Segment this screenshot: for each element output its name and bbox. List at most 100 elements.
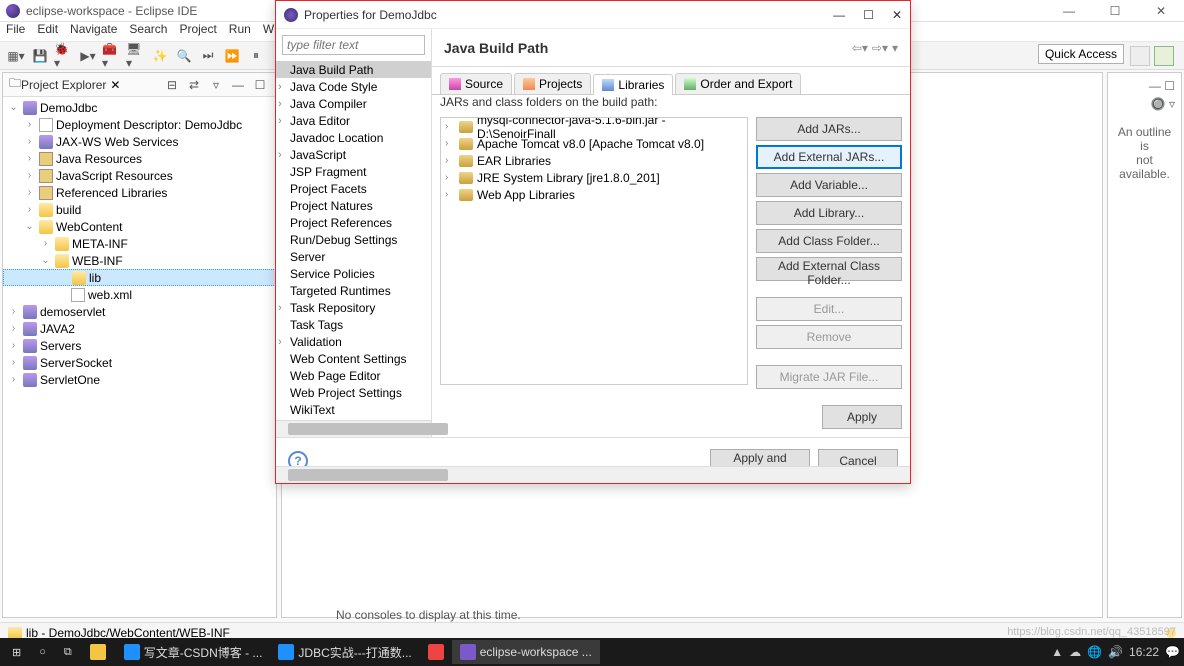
start-button[interactable]: ⊞ (4, 640, 29, 664)
property-categories-tree[interactable]: Java Build PathJava Code StyleJava Compi… (276, 61, 431, 420)
jars-list[interactable]: ›mysql-connector-java-5.1.6-bin.jar - D:… (440, 117, 748, 385)
close-button[interactable]: ✕ (1138, 0, 1184, 22)
property-category-item[interactable]: JSP Fragment (276, 163, 431, 180)
add-class-folder-button[interactable]: Add Class Folder... (756, 229, 902, 253)
tree-item[interactable]: ›JavaScript Resources (3, 167, 276, 184)
tab-source[interactable]: Source (440, 73, 512, 94)
quick-access-input[interactable]: Quick Access (1038, 44, 1124, 64)
jar-entry[interactable]: ›EAR Libraries (441, 152, 747, 169)
tree-item[interactable]: lib (3, 269, 276, 286)
new-server-icon[interactable]: 🖥▾ (126, 46, 146, 66)
taskbar-app[interactable]: JDBC实战---打通数... (270, 640, 419, 664)
property-category-item[interactable]: Run/Debug Settings (276, 231, 431, 248)
property-category-item[interactable]: Java Compiler (276, 95, 431, 112)
dialog-close-button[interactable]: ✕ (892, 8, 902, 22)
ext-tools-icon[interactable]: 🧰▾ (102, 46, 122, 66)
property-category-item[interactable]: Project Natures (276, 197, 431, 214)
forward-icon[interactable]: ⇨▾ (872, 41, 888, 55)
view-menu-icon[interactable]: ▿ (206, 75, 226, 95)
tree-item[interactable]: ⌄WEB-INF (3, 252, 276, 269)
back-icon[interactable]: ⇦▾ (852, 41, 868, 55)
tree-item[interactable]: ›demoservlet (3, 303, 276, 320)
property-category-item[interactable]: Targeted Runtimes (276, 282, 431, 299)
system-tray[interactable]: ▲☁🌐🔊 16:22 💬 (1051, 645, 1180, 659)
menu-project[interactable]: Project (179, 22, 216, 41)
categories-scrollbar[interactable] (276, 420, 431, 437)
tree-item[interactable]: ›META-INF (3, 235, 276, 252)
tree-item[interactable]: ›Deployment Descriptor: DemoJdbc (3, 116, 276, 133)
tree-item[interactable]: ›Java Resources (3, 150, 276, 167)
open-perspective-button[interactable] (1130, 46, 1150, 66)
add-external-jars-button[interactable]: Add External JARs... (756, 145, 902, 169)
tree-item[interactable]: ›ServerSocket (3, 354, 276, 371)
jar-entry[interactable]: ›JRE System Library [jre1.8.0_201] (441, 169, 747, 186)
property-category-item[interactable]: Javadoc Location (276, 129, 431, 146)
debug-icon[interactable]: 🐞▾ (54, 46, 74, 66)
add-library-button[interactable]: Add Library... (756, 201, 902, 225)
menu-file[interactable]: File (6, 22, 25, 41)
add-jars-button[interactable]: Add JARs... (756, 117, 902, 141)
jar-entry[interactable]: ›Web App Libraries (441, 186, 747, 203)
skip-icon[interactable]: ⏩ (222, 46, 242, 66)
tree-item[interactable]: ›Servers (3, 337, 276, 354)
property-category-item[interactable]: WikiText (276, 401, 431, 418)
property-category-item[interactable]: Task Tags (276, 316, 431, 333)
new-icon[interactable]: ▦▾ (6, 46, 26, 66)
project-tree[interactable]: ⌄DemoJdbc›Deployment Descriptor: DemoJdb… (3, 97, 276, 617)
add-variable-button[interactable]: Add Variable... (756, 173, 902, 197)
minimize-button[interactable]: — (1046, 0, 1092, 22)
property-category-item[interactable]: Server (276, 248, 431, 265)
step-icon[interactable]: ⏭ (198, 46, 218, 66)
property-category-item[interactable]: Task Repository (276, 299, 431, 316)
property-category-item[interactable]: JavaScript (276, 146, 431, 163)
jar-entry[interactable]: ›Apache Tomcat v8.0 [Apache Tomcat v8.0] (441, 135, 747, 152)
collapse-all-icon[interactable]: ⊟ (162, 75, 182, 95)
property-category-item[interactable]: Java Code Style (276, 78, 431, 95)
task-view-button[interactable]: ⧉ (56, 640, 80, 664)
menu-icon[interactable]: ▾ (892, 41, 898, 55)
minimize-view-icon[interactable]: — (228, 75, 248, 95)
cortana-button[interactable]: ○ (31, 640, 54, 664)
tree-item[interactable]: ›JAX-WS Web Services (3, 133, 276, 150)
tree-item[interactable]: web.xml (3, 286, 276, 303)
search-icon[interactable]: 🔍 (174, 46, 194, 66)
property-category-item[interactable]: Java Build Path (276, 61, 431, 78)
property-category-item[interactable]: Project References (276, 214, 431, 231)
tree-item[interactable]: ›ServletOne (3, 371, 276, 388)
pause-icon[interactable]: ⏸ (246, 46, 266, 66)
file-explorer-button[interactable] (82, 640, 114, 664)
tab-order-and-export[interactable]: Order and Export (675, 73, 801, 94)
dialog-minimize-button[interactable]: — (833, 8, 845, 22)
property-category-item[interactable]: Validation (276, 333, 431, 350)
property-category-item[interactable]: Project Facets (276, 180, 431, 197)
tree-item[interactable]: ›Referenced Libraries (3, 184, 276, 201)
filter-input[interactable] (282, 35, 425, 55)
tree-item[interactable]: ⌄DemoJdbc (3, 99, 276, 116)
save-icon[interactable]: 💾 (30, 46, 50, 66)
tab-projects[interactable]: Projects (514, 73, 591, 94)
tree-item[interactable]: ⌄WebContent (3, 218, 276, 235)
taskbar-app[interactable]: eclipse-workspace ... (452, 640, 600, 664)
tab-libraries[interactable]: Libraries (593, 74, 673, 95)
tree-item[interactable]: ›build (3, 201, 276, 218)
maximize-view-icon[interactable]: ☐ (250, 75, 270, 95)
dialog-maximize-button[interactable]: ☐ (863, 8, 874, 22)
link-editor-icon[interactable]: ⇄ (184, 75, 204, 95)
tree-item[interactable]: ›JAVA2 (3, 320, 276, 337)
apply-button[interactable]: Apply (822, 405, 902, 429)
property-category-item[interactable]: Web Page Editor (276, 367, 431, 384)
wand-icon[interactable]: ✨ (150, 46, 170, 66)
property-category-item[interactable]: Service Policies (276, 265, 431, 282)
add-external-class-folder-button[interactable]: Add External Class Folder... (756, 257, 902, 281)
property-category-item[interactable]: Web Content Settings (276, 350, 431, 367)
menu-run[interactable]: Run (229, 22, 251, 41)
menu-search[interactable]: Search (129, 22, 167, 41)
jee-perspective-button[interactable] (1154, 46, 1174, 66)
menu-edit[interactable]: Edit (37, 22, 58, 41)
taskbar-app[interactable] (420, 640, 452, 664)
menu-navigate[interactable]: Navigate (70, 22, 117, 41)
maximize-button[interactable]: ☐ (1092, 0, 1138, 22)
jar-entry[interactable]: ›mysql-connector-java-5.1.6-bin.jar - D:… (441, 118, 747, 135)
run-icon[interactable]: ▶▾ (78, 46, 98, 66)
taskbar-app[interactable]: 写文章-CSDN博客 - ... (116, 640, 271, 664)
